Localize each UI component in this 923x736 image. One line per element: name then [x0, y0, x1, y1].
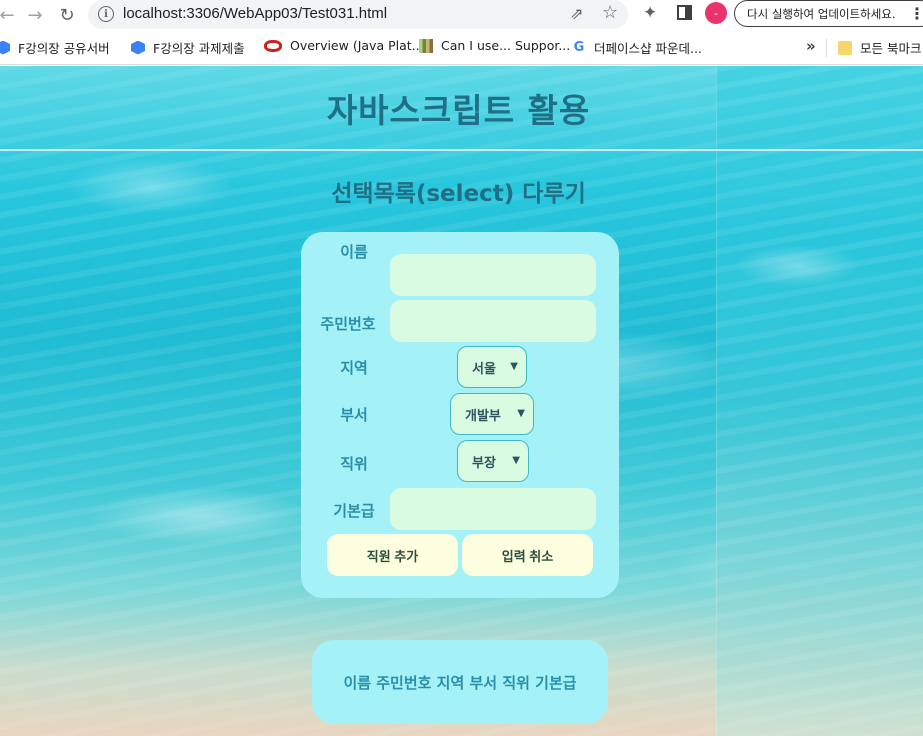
forward-arrow-icon[interactable]: →: [22, 2, 48, 28]
page-viewport: 자바스크립트 활용 선택목록(select) 다루기 이름 주민번호 지역 서울…: [0, 66, 923, 736]
bookmark-item[interactable]: F강의장 과제제출: [131, 38, 245, 57]
kebab-menu-icon[interactable]: ⋮: [909, 4, 923, 23]
bookmark-item[interactable]: F강의장 공유서버: [0, 38, 110, 57]
position-select-value: 부장: [472, 455, 496, 471]
bookmarks-bar: F강의장 공유서버 F강의장 과제제출 Overview (Java Plat.…: [0, 31, 923, 65]
all-bookmarks-folder[interactable]: 모든 북마크: [838, 38, 921, 57]
chevron-down-icon: ▼: [517, 408, 525, 419]
ssn-label: 주민번호: [320, 315, 376, 333]
employee-form: 이름 주민번호 지역 서울 ▼ 부서 개발부 ▼ 직위 부장 ▼ 기본급 직원 …: [301, 232, 619, 598]
page-title: 자바스크립트 활용: [326, 91, 591, 130]
bookmark-item[interactable]: Overview (Java Plat...: [264, 38, 424, 53]
reload-icon[interactable]: ↻: [54, 2, 80, 28]
region-label: 지역: [340, 359, 368, 377]
bookmark-label: 더페이스샵 파운데...: [594, 41, 702, 56]
hexagon-icon: [0, 40, 10, 55]
hexagon-icon: [131, 40, 145, 55]
region-select-value: 서울: [472, 361, 496, 377]
oracle-icon: [264, 39, 282, 52]
info-icon[interactable]: i: [98, 6, 114, 22]
bookmarks-separator: [826, 39, 827, 57]
address-bar[interactable]: i localhost:3306/WebApp03/Test031.html ⇗…: [88, 0, 628, 29]
salary-label: 기본급: [333, 502, 375, 520]
name-input[interactable]: [390, 254, 596, 296]
extensions-puzzle-icon[interactable]: ✦: [643, 3, 657, 23]
employee-list-header: 이름 주민번호 지역 부서 직위 기본급: [343, 674, 577, 692]
url-text[interactable]: localhost:3306/WebApp03/Test031.html: [123, 5, 387, 22]
bookmark-item[interactable]: G 더페이스샵 파운데...: [572, 38, 702, 57]
dept-label: 부서: [340, 406, 368, 424]
browser-toolbar: ← → ↻ i localhost:3306/WebApp03/Test031.…: [0, 0, 923, 31]
bookmark-item[interactable]: Can I use... Suppor...: [419, 38, 570, 53]
section-title: 선택목록(select) 다루기: [331, 181, 586, 207]
google-icon: G: [573, 39, 585, 55]
position-label: 직위: [340, 455, 368, 473]
side-panel-icon[interactable]: [677, 5, 692, 20]
update-button[interactable]: 다시 실행하여 업데이트하세요.: [734, 0, 923, 27]
bookmark-star-icon[interactable]: ☆: [602, 2, 618, 23]
name-label: 이름: [340, 243, 368, 261]
bookmarks-overflow-button[interactable]: »: [806, 37, 816, 55]
dept-select[interactable]: 개발부 ▼: [450, 393, 534, 435]
bookmark-label: F강의장 과제제출: [153, 41, 245, 56]
caniuse-icon: [419, 38, 433, 53]
folder-icon: [838, 40, 852, 55]
add-employee-button[interactable]: 직원 추가: [327, 534, 458, 576]
employee-list-panel: 이름 주민번호 지역 부서 직위 기본급: [312, 640, 608, 724]
region-select[interactable]: 서울 ▼: [457, 346, 527, 388]
bookmark-label: 모든 북마크: [860, 41, 922, 56]
share-icon[interactable]: ⇗: [570, 4, 583, 23]
salary-input[interactable]: [390, 488, 596, 530]
dept-select-value: 개발부: [465, 408, 501, 424]
bookmark-label: F강의장 공유서버: [18, 41, 110, 56]
cancel-input-button[interactable]: 입력 취소: [462, 534, 593, 576]
profile-avatar[interactable]: -: [705, 2, 727, 24]
bookmark-label: Overview (Java Plat...: [290, 38, 424, 53]
ssn-input[interactable]: [390, 300, 596, 342]
chevron-down-icon: ▼: [512, 455, 520, 466]
bookmark-label: Can I use... Suppor...: [441, 38, 571, 53]
header-divider: [0, 149, 923, 151]
background-image-tile: [716, 66, 923, 736]
chevron-down-icon: ▼: [510, 361, 518, 372]
position-select[interactable]: 부장 ▼: [457, 440, 529, 482]
back-arrow-icon[interactable]: ←: [0, 2, 20, 28]
